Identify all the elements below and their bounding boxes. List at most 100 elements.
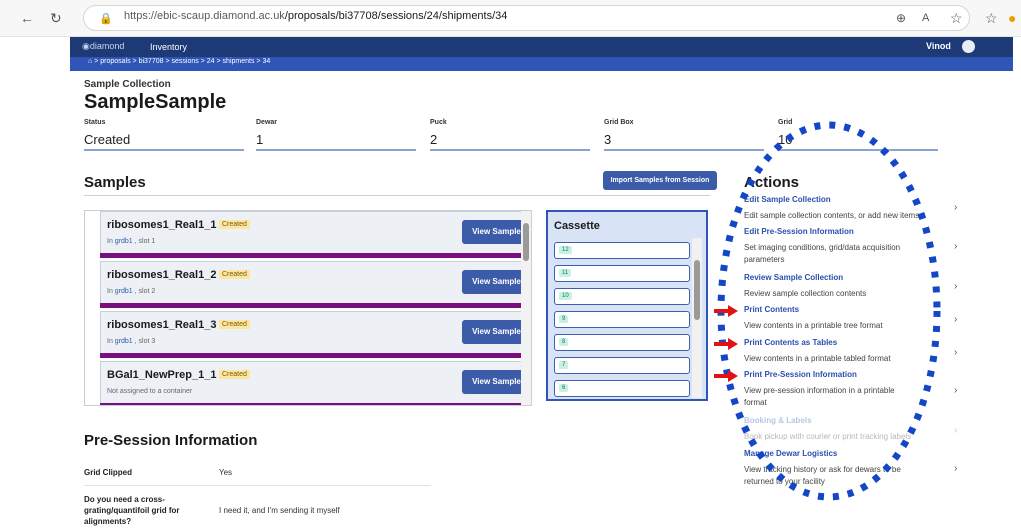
- status-badge: Created: [219, 370, 250, 379]
- sample-status-bar: [100, 253, 531, 258]
- favorites-bar-icon[interactable]: ☆: [985, 9, 998, 27]
- status-badge: Created: [219, 270, 250, 279]
- extensions-icon[interactable]: ●: [1008, 9, 1016, 27]
- sample-status-bar: [100, 403, 531, 405]
- samples-heading: Samples: [84, 174, 146, 191]
- location-suffix: Not assigned to a container: [107, 388, 193, 395]
- presession-label: Grid Clipped: [84, 468, 132, 477]
- zoom-icon[interactable]: ⊕: [896, 9, 906, 27]
- container-link[interactable]: grdb1: [115, 338, 133, 345]
- samples-divider: [84, 195, 710, 196]
- breadcrumb-item[interactable]: shipments: [223, 58, 255, 65]
- presession-value: Yes: [219, 468, 233, 477]
- chevron-right-icon[interactable]: ›: [954, 314, 957, 325]
- favorite-star-icon[interactable]: ☆: [950, 9, 963, 27]
- presession-label: alignments?: [84, 517, 132, 526]
- samples-list[interactable]: ribosomes1_Real1_1 Created In grdb1 , sl…: [84, 210, 532, 406]
- cassette-slot[interactable]: 9: [554, 311, 690, 328]
- nav-inventory-link[interactable]: Inventory: [150, 42, 187, 52]
- presession-value: I need it, and I'm sending it myself: [219, 506, 340, 515]
- slot-number: 8: [559, 338, 569, 346]
- breadcrumb-item[interactable]: 24: [207, 58, 215, 65]
- chevron-right-icon[interactable]: ›: [954, 347, 957, 358]
- cassette-title: Cassette: [554, 220, 600, 232]
- red-arrow-icon: [714, 370, 738, 382]
- breadcrumb-bar: ⌂ > proposals > bi37708 > sessions > 24 …: [70, 57, 1013, 71]
- cassette-slot[interactable]: 10: [554, 288, 690, 305]
- sample-status-bar: [100, 353, 531, 358]
- lock-icon[interactable]: 🔒: [99, 10, 113, 28]
- chevron-right-icon: ›: [954, 425, 958, 436]
- gridbox-label: Grid Box: [604, 119, 634, 126]
- sample-card: ribosomes1_Real1_3 Created In grdb1 , sl…: [100, 311, 531, 358]
- diamond-logo-icon: ◉: [82, 41, 90, 51]
- breadcrumb-item[interactable]: 34: [262, 58, 270, 65]
- location-suffix: , slot 2: [132, 288, 156, 295]
- samples-scrollbar[interactable]: [521, 211, 531, 405]
- breadcrumb-item[interactable]: bi37708: [139, 58, 164, 65]
- status-underline: [84, 149, 244, 151]
- slot-number: 7: [559, 361, 569, 369]
- slot-number: 11: [559, 269, 572, 277]
- puck-label: Puck: [430, 119, 447, 126]
- sample-location: In grdb1 , slot 1: [107, 238, 155, 245]
- red-arrow-icon: [714, 305, 738, 317]
- container-link[interactable]: grdb1: [115, 288, 133, 295]
- cassette-slot-list[interactable]: 12 11 10 9 8 7 6: [548, 238, 706, 399]
- chevron-right-icon[interactable]: ›: [954, 385, 957, 396]
- main-content: Sample Collection SampleSample Status Cr…: [70, 71, 1013, 529]
- presession-heading: Pre-Session Information: [84, 432, 258, 449]
- cassette-scrollbar[interactable]: [692, 238, 702, 398]
- chevron-right-icon[interactable]: ›: [954, 281, 957, 292]
- url-text[interactable]: https://ebic-scaup.diamond.ac.uk/proposa…: [124, 10, 507, 22]
- slot-number: 12: [559, 246, 572, 254]
- samples-scrollbar-thumb[interactable]: [523, 223, 529, 261]
- container-link[interactable]: grdb1: [115, 238, 133, 245]
- sample-location: In grdb1 , slot 3: [107, 338, 155, 345]
- logo-text: diamond: [89, 41, 125, 51]
- slot-number: 10: [559, 292, 572, 300]
- diamond-logo[interactable]: ◉diamond: [82, 41, 124, 52]
- user-avatar-icon[interactable]: [962, 40, 975, 53]
- cassette-slot[interactable]: 7: [554, 357, 690, 374]
- page-kicker: Sample Collection: [84, 79, 171, 90]
- presession-label: Do you need a cross-: [84, 495, 165, 504]
- chevron-right-icon[interactable]: ›: [954, 202, 957, 213]
- sample-name: ribosomes1_Real1_2: [107, 269, 217, 281]
- home-icon[interactable]: ⌂: [88, 58, 92, 65]
- cassette-slot[interactable]: 12: [554, 242, 690, 259]
- sample-card: BGal1_NewPrep_1_1 Created Not assigned t…: [100, 361, 531, 405]
- chevron-right-icon[interactable]: ›: [954, 241, 957, 252]
- breadcrumb-item[interactable]: proposals: [100, 58, 130, 65]
- browser-toolbar: ← ↻ 🔒 https://ebic-scaup.diamond.ac.uk/p…: [0, 0, 1021, 37]
- breadcrumb: ⌂ > proposals > bi37708 > sessions > 24 …: [88, 58, 270, 65]
- url-path: /proposals/bi37708/sessions/24/shipments…: [284, 10, 508, 22]
- dewar-underline: [256, 149, 416, 151]
- status-label: Status: [84, 119, 106, 126]
- breadcrumb-item[interactable]: sessions: [172, 58, 199, 65]
- cassette-slot[interactable]: 6: [554, 380, 690, 397]
- dewar-label: Dewar: [256, 119, 278, 126]
- cassette-scrollbar-thumb[interactable]: [694, 260, 700, 320]
- cassette-slot[interactable]: 8: [554, 334, 690, 351]
- sample-name: ribosomes1_Real1_1: [107, 219, 217, 231]
- cassette-slot[interactable]: 11: [554, 265, 690, 282]
- read-aloud-icon[interactable]: A: [922, 9, 929, 27]
- chevron-right-icon[interactable]: ›: [954, 463, 957, 474]
- refresh-icon[interactable]: ↻: [50, 9, 62, 27]
- import-samples-button[interactable]: Import Samples from Session: [603, 171, 717, 190]
- status-badge: Created: [219, 220, 250, 229]
- slot-number: 9: [559, 315, 569, 323]
- back-arrow-icon[interactable]: ←: [20, 9, 34, 27]
- status-value: Created: [84, 132, 131, 147]
- url-host: https://ebic-scaup.diamond.ac.uk: [124, 10, 285, 22]
- dewar-value: 1: [256, 132, 264, 147]
- location-suffix: , slot 1: [132, 238, 156, 245]
- sample-card: ribosomes1_Real1_2 Created In grdb1 , sl…: [100, 261, 531, 308]
- location-prefix: In: [107, 238, 115, 245]
- user-name[interactable]: Vinod: [926, 41, 951, 51]
- presession-divider: [84, 485, 431, 486]
- sample-location: In grdb1 , slot 2: [107, 288, 155, 295]
- sample-card: ribosomes1_Real1_1 Created In grdb1 , sl…: [100, 211, 531, 258]
- annotation-dotted-ellipse: [717, 121, 941, 501]
